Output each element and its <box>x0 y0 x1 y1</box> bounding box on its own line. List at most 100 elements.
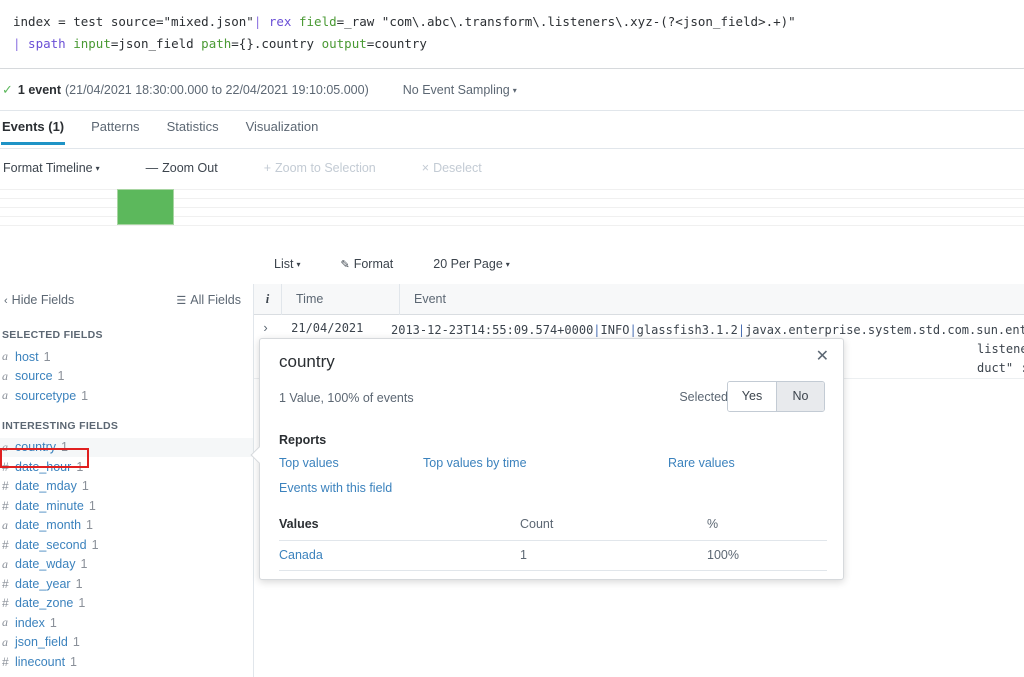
tab-patterns[interactable]: Patterns <box>91 119 139 144</box>
all-fields-button[interactable]: ☰ All Fields <box>176 293 241 307</box>
sidebar-field-date_year[interactable]: # date_year 1 <box>0 574 253 594</box>
search-query-line-1: index = test source="mixed.json"| rex fi… <box>13 11 1011 33</box>
chevron-down-icon: ▾ <box>505 260 510 270</box>
tab-events-1[interactable]: Events (1) <box>0 119 66 145</box>
field-value-count: 1 <box>72 635 80 650</box>
string-type-icon: a <box>2 556 8 571</box>
column-header-event[interactable]: Event <box>400 284 446 315</box>
events-tool-list[interactable]: List ▾ <box>274 257 300 271</box>
sidebar-field-date_wday[interactable]: a date_wday 1 <box>0 555 253 575</box>
field-summary-popover: country ✕ 1 Value, 100% of events Select… <box>250 338 844 580</box>
hide-fields-button[interactable]: ‹ Hide Fields <box>4 293 74 307</box>
timeline-bar[interactable] <box>117 189 174 225</box>
value-link[interactable]: Canada <box>279 548 520 562</box>
tab-statistics[interactable]: Statistics <box>167 119 219 144</box>
event-token: 2013-12-23T14:55:09.574+0000 <box>391 323 594 337</box>
sidebar-field-host[interactable]: a host 1 <box>0 347 253 367</box>
timeline-chart[interactable] <box>0 186 1024 244</box>
field-name: json_field <box>15 635 68 650</box>
search-query-input[interactable]: index = test source="mixed.json" | rex fi… <box>0 0 1024 69</box>
string-type-icon: a <box>2 439 8 454</box>
sidebar-field-date_mday[interactable]: # date_mday 1 <box>0 477 253 497</box>
timeline-tool-zoom-out[interactable]: — Zoom Out <box>146 161 218 175</box>
field-name: date_minute <box>15 498 84 513</box>
values-table-body: Canada 1 100% <box>279 541 827 571</box>
query-token: spath <box>20 36 74 51</box>
event-token: | <box>737 323 746 337</box>
chevron-down-icon: ▾ <box>296 260 301 270</box>
sidebar-field-date_zone[interactable]: # date_zone 1 <box>0 594 253 614</box>
timeline-tool-deselect: × Deselect <box>422 161 482 175</box>
report-link-events-with-this-field[interactable]: Events with this field <box>279 481 392 495</box>
string-type-icon: a <box>2 388 8 403</box>
number-type-icon: # <box>2 479 9 494</box>
query-token: =country <box>366 36 427 51</box>
plus-icon: + <box>263 161 272 175</box>
popover-title: country <box>279 352 335 371</box>
results-header: ✓ 1 event (21/04/2021 18:30:00.000 to 22… <box>0 69 1024 111</box>
events-toolbar: List ▾ ✎ Format 20 Per Page ▾ <box>0 249 1024 279</box>
results-tabs: Events (1) Patterns Statistics Visualizatio… <box>0 111 1024 149</box>
values-table-row: Canada 1 100% <box>279 541 827 571</box>
sidebar-field-date_minute[interactable]: # date_minute 1 <box>0 496 253 516</box>
timeline-tool-format-timeline[interactable]: Format Timeline ▾ <box>3 161 100 175</box>
field-value-count: 1 <box>61 440 68 455</box>
sidebar-field-source[interactable]: a source 1 <box>0 367 253 387</box>
field-value-count: 1 <box>57 369 65 384</box>
selected-toggle-no[interactable]: No <box>776 382 824 411</box>
event-sampling-dropdown[interactable]: No Event Sampling ▾ <box>403 83 517 97</box>
number-type-icon: # <box>2 537 9 552</box>
timeline-tool-label: Format Timeline <box>3 161 93 175</box>
report-link-top-values-by-time[interactable]: Top values by time <box>423 456 527 470</box>
query-token: =json_field <box>110 36 202 51</box>
number-type-icon: # <box>2 596 9 611</box>
field-value-count: 1 <box>81 388 89 403</box>
column-header-time[interactable]: Time <box>282 283 400 315</box>
events-table-header: i Time Event <box>254 283 1024 315</box>
close-icon: × <box>421 161 430 175</box>
chevron-down-icon: ▾ <box>512 85 517 95</box>
sidebar-field-date_hour[interactable]: # date_hour 1 <box>0 457 253 477</box>
selected-toggle-yes[interactable]: Yes <box>728 382 776 411</box>
field-value-count: 1 <box>86 518 93 533</box>
report-link-rare-values[interactable]: Rare values <box>668 456 735 470</box>
sidebar-field-linecount[interactable]: # linecount 1 <box>0 652 253 672</box>
events-tool-label: 20 Per Page <box>433 257 503 271</box>
sidebar-field-date_month[interactable]: a date_month 1 <box>0 516 253 536</box>
sidebar-field-country[interactable]: a country 1 <box>0 437 253 457</box>
timeline-toolbar: Format Timeline ▾ — Zoom Out + Zoom to Select… <box>0 152 1024 184</box>
number-type-icon: # <box>2 576 9 591</box>
event-sampling-label: No Event Sampling <box>402 82 510 97</box>
event-token: javax.enterprise.system.std.com.sun.ente… <box>745 323 1024 337</box>
query-token: ={}.country <box>231 36 322 51</box>
tab-visualization[interactable]: Visualization <box>246 119 319 144</box>
report-link-top-values[interactable]: Top values <box>279 456 339 470</box>
field-value-count: 1 <box>91 537 99 552</box>
sidebar-field-date_second[interactable]: # date_second 1 <box>0 535 253 555</box>
field-name: date_hour <box>15 459 72 474</box>
events-tool-format[interactable]: ✎ Format <box>340 257 393 271</box>
sidebar-field-sourcetype[interactable]: a sourcetype 1 <box>0 386 253 406</box>
field-value-count: 1 <box>88 498 96 513</box>
string-type-icon: a <box>2 615 8 630</box>
event-count: 1 event <box>17 82 61 97</box>
number-type-icon: # <box>2 498 9 513</box>
field-value-count: 1 <box>80 557 88 572</box>
splunk-search-page: index = test source="mixed.json" | rex fi… <box>0 0 1024 677</box>
string-type-icon: a <box>2 368 8 383</box>
close-icon[interactable]: ✕ <box>816 349 829 365</box>
sidebar-field-json_field[interactable]: a json_field 1 <box>0 633 253 653</box>
field-name: date_year <box>15 576 71 591</box>
events-tool-20-per-page[interactable]: 20 Per Page ▾ <box>433 257 510 271</box>
query-token: rex <box>261 14 299 29</box>
query-token: | <box>13 36 21 51</box>
column-header-info: i <box>254 283 282 315</box>
field-value-count: 1 <box>75 576 83 591</box>
selected-toggle-group: Yes No <box>727 381 825 412</box>
query-token: field <box>299 14 337 29</box>
fields-sidebar: ‹ Hide Fields ☰ All Fields SELECTED FIELDS… <box>0 284 254 677</box>
sidebar-field-index[interactable]: a index 1 <box>0 613 253 633</box>
event-token: glassfish3.1.2 <box>636 323 738 337</box>
timeline-tool-label: Zoom Out <box>162 161 218 175</box>
values-table-header: Values Count % <box>279 517 827 541</box>
